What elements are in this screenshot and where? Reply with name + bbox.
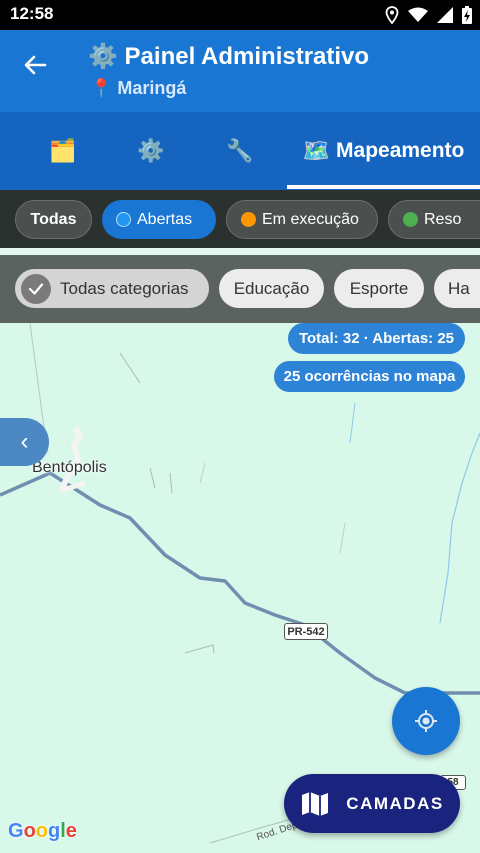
page-title: ⚙️ Painel Administrativo bbox=[88, 43, 370, 70]
green-dot-icon bbox=[403, 212, 418, 227]
battery-icon bbox=[462, 6, 472, 24]
blue-dot-icon bbox=[116, 212, 131, 227]
filter-chip-abertas[interactable]: Abertas bbox=[102, 200, 216, 239]
status-filter-bar: Todas Abertas Em execução Reso bbox=[0, 190, 480, 248]
tab-bar: 🗂️ ⚙️ 🔧 🗺️ Mapeamento bbox=[0, 112, 480, 190]
category-chip-esporte[interactable]: Esporte bbox=[334, 269, 424, 308]
filter-chip-label: Em execução bbox=[262, 210, 359, 228]
filter-chip-resolvidas[interactable]: Reso bbox=[388, 200, 480, 239]
location-icon bbox=[385, 6, 399, 24]
category-chip-label: Esporte bbox=[349, 278, 409, 298]
filter-chip-em-execucao[interactable]: Em execução bbox=[226, 200, 378, 239]
map-place-label: Bentópolis bbox=[32, 459, 107, 476]
side-drawer-handle[interactable]: ‹ bbox=[0, 418, 49, 466]
filter-chip-todas[interactable]: Todas bbox=[15, 200, 92, 239]
road-badge: PR-542 bbox=[284, 623, 328, 640]
status-bar: 12:58 bbox=[0, 0, 480, 30]
tab-tools[interactable]: 🔧 bbox=[207, 112, 279, 190]
layers-button-label: CAMADAS bbox=[346, 793, 444, 813]
wrench-icon: 🔧 bbox=[226, 138, 254, 163]
orange-dot-icon bbox=[241, 212, 256, 227]
gear-icon: ⚙️ bbox=[137, 138, 165, 163]
google-logo: Google bbox=[8, 820, 77, 842]
category-chip-label: Educação bbox=[233, 278, 310, 298]
summary-pill: Total: 32 · Abertas: 25 bbox=[288, 323, 465, 354]
filter-chip-label: Reso bbox=[424, 210, 462, 228]
filter-chip-label: Abertas bbox=[137, 210, 193, 228]
layers-button[interactable]: CAMADAS bbox=[284, 774, 460, 833]
my-location-button[interactable] bbox=[392, 687, 460, 755]
active-tab-indicator bbox=[287, 185, 480, 189]
check-icon bbox=[21, 273, 51, 304]
filter-divider bbox=[0, 248, 480, 255]
chevron-left-icon: ‹ bbox=[20, 428, 29, 455]
filter-chip-label: Todas bbox=[30, 210, 77, 228]
app-bar: ⚙️ Painel Administrativo 📍 Maringá bbox=[0, 30, 480, 112]
wifi-icon bbox=[408, 7, 428, 22]
category-chip-habitacao[interactable]: Ha bbox=[434, 269, 480, 308]
crosshair-icon bbox=[415, 710, 437, 732]
status-icons bbox=[385, 6, 472, 24]
tab-mapeamento-label: Mapeamento bbox=[336, 139, 465, 162]
tab-mapeamento[interactable]: 🗺️ Mapeamento bbox=[287, 112, 480, 190]
map-layers-icon bbox=[302, 791, 329, 816]
count-pill: 25 ocorrências no mapa bbox=[274, 361, 465, 392]
category-chip-todas[interactable]: Todas categorias bbox=[15, 269, 209, 308]
map-icon: 🗺️ bbox=[302, 138, 331, 163]
tab-folders[interactable]: 🗂️ bbox=[30, 112, 102, 190]
category-filter-bar: Todas categorias Educação Esporte Ha bbox=[0, 255, 480, 323]
folder-icon: 🗂️ bbox=[49, 138, 77, 163]
category-chip-label: Ha bbox=[448, 278, 470, 298]
tab-settings[interactable]: ⚙️ bbox=[118, 112, 190, 190]
category-chip-label: Todas categorias bbox=[60, 278, 189, 298]
city-subtitle: 📍 Maringá bbox=[90, 78, 187, 98]
back-arrow-icon[interactable] bbox=[20, 50, 50, 80]
signal-icon bbox=[437, 7, 453, 23]
status-time: 12:58 bbox=[10, 4, 54, 23]
category-chip-educacao[interactable]: Educação bbox=[219, 269, 324, 308]
